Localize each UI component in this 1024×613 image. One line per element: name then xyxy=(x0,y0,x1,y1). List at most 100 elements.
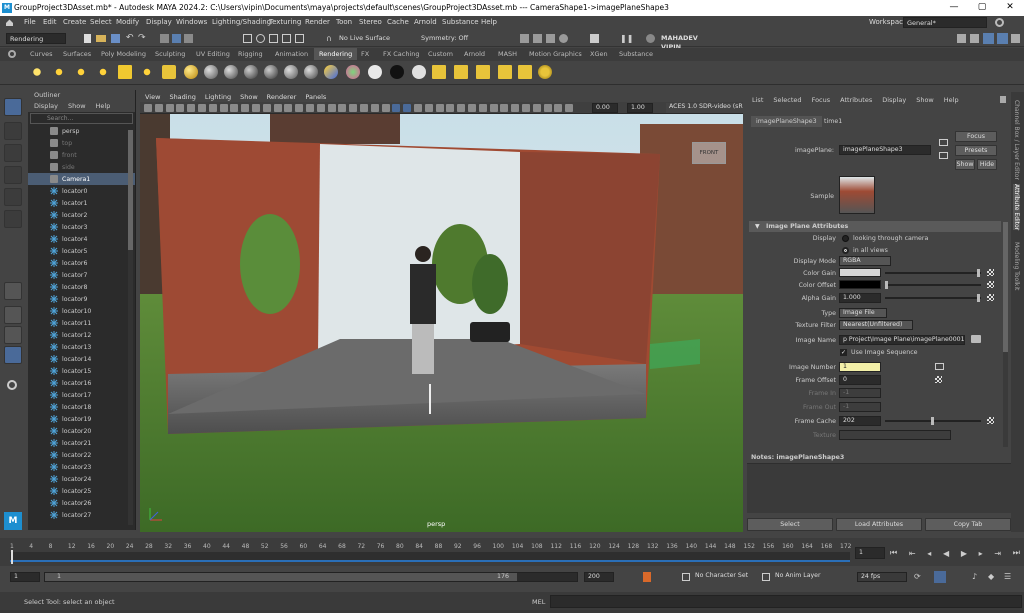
viewport-panel[interactable]: View Shading Lighting Show Renderer Pane… xyxy=(140,92,743,532)
viewport-tool-icon[interactable] xyxy=(392,104,401,112)
outliner-item[interactable]: locator21 xyxy=(28,437,135,449)
render-settings-shelf-icon[interactable] xyxy=(538,65,552,79)
outliner-item[interactable]: front xyxy=(28,149,135,161)
minimize-button[interactable]: — xyxy=(940,0,968,16)
shelf-tab-fx-caching[interactable]: FX Caching xyxy=(383,50,420,58)
hide-button[interactable]: Hide xyxy=(977,159,997,170)
frame-cache-map-icon[interactable] xyxy=(987,417,994,424)
anim-layer-icon[interactable] xyxy=(762,573,770,581)
outliner-item[interactable]: locator17 xyxy=(28,389,135,401)
shelf-tab-curves[interactable]: Curves xyxy=(30,50,53,58)
outliner-item[interactable]: locator2 xyxy=(28,209,135,221)
viewport-tool-icon[interactable] xyxy=(468,104,476,112)
viewport-tool-icon[interactable] xyxy=(165,104,174,112)
select-tool-icon[interactable] xyxy=(4,98,22,116)
ipr-shelf-icon[interactable] xyxy=(454,65,468,79)
ipr-render-icon[interactable] xyxy=(533,34,542,43)
shelf-tab-animation[interactable]: Animation xyxy=(275,50,308,58)
save-scene-icon[interactable] xyxy=(111,34,120,43)
shelf-gear-icon[interactable] xyxy=(8,50,16,58)
section-header-image-plane[interactable]: Image Plane Attributes xyxy=(749,221,1001,232)
viewport-tool-icon[interactable] xyxy=(554,104,563,112)
attr-menu-list[interactable]: List xyxy=(752,96,763,104)
step-back-key-icon[interactable]: ⇤ xyxy=(909,549,916,558)
area-light-icon[interactable] xyxy=(118,65,132,79)
step-forward-icon[interactable]: ▸ xyxy=(979,549,983,558)
prefs-icon[interactable]: ☰ xyxy=(1004,572,1014,582)
viewport-tool-icon[interactable] xyxy=(511,104,520,112)
viewport-tool-icon[interactable] xyxy=(208,104,217,112)
outliner-scrollbar[interactable] xyxy=(128,130,133,525)
frame-cache-field[interactable]: 202 xyxy=(839,416,881,426)
surface-shader-icon[interactable] xyxy=(264,65,278,79)
channel-box-icon[interactable] xyxy=(1011,34,1020,43)
frame-cache-slider[interactable] xyxy=(885,417,981,425)
command-line-input[interactable] xyxy=(550,595,1022,608)
menu-create[interactable]: Create xyxy=(63,18,86,26)
aistandard-icon[interactable] xyxy=(304,65,318,79)
viewport-tool-icon[interactable] xyxy=(381,104,390,112)
pause-icon[interactable]: ❚❚ xyxy=(620,34,633,43)
viewport-tool-icon[interactable] xyxy=(284,104,293,112)
viewport-tool-icon[interactable] xyxy=(360,104,368,112)
shelf-tab-poly-modeling[interactable]: Poly Modeling xyxy=(101,50,146,58)
outliner-item[interactable]: locator10 xyxy=(28,305,135,317)
outliner-item[interactable]: locator25 xyxy=(28,485,135,497)
outliner-item[interactable]: locator8 xyxy=(28,281,135,293)
shelf-tab-mash[interactable]: MASH xyxy=(498,50,517,58)
outliner-item[interactable]: locator19 xyxy=(28,413,135,425)
copy-tab-button[interactable]: Copy Tab xyxy=(925,518,1011,531)
viewport-tool-icon[interactable] xyxy=(500,104,509,112)
shelf-tab-arnold[interactable]: Arnold xyxy=(464,50,485,58)
viewport-tool-icon[interactable] xyxy=(316,104,325,112)
hypershade-icon[interactable] xyxy=(559,34,568,43)
white-sphere-icon[interactable] xyxy=(368,65,382,79)
render-sequence-icon[interactable] xyxy=(498,65,512,79)
shader-sphere-icon[interactable] xyxy=(244,65,258,79)
collapse-arrow-icon[interactable]: ▼ xyxy=(755,223,760,230)
attr-menu-show[interactable]: Show xyxy=(916,96,934,104)
image-number-key-icon[interactable] xyxy=(935,363,944,370)
color-gain-slider[interactable] xyxy=(885,269,981,277)
viewport-tool-icon[interactable] xyxy=(338,104,347,112)
viewport-tool-icon[interactable] xyxy=(306,104,314,112)
viewport-tool-icon[interactable] xyxy=(154,104,163,112)
select-hierarchy-icon[interactable] xyxy=(160,34,169,43)
render-view-icon[interactable] xyxy=(432,65,446,79)
type-dropdown[interactable]: Image File xyxy=(839,308,887,318)
image-name-field[interactable]: p Project\Image Plane\imagePlane0001.jpg xyxy=(839,335,965,345)
menu-select[interactable]: Select xyxy=(90,18,112,26)
time-slider[interactable]: 1 4 8 12 16 20 24 28 32 36 40 44 48 52 56 60 64 68 72 76 80 8… xyxy=(0,538,1024,566)
image-number-field[interactable]: 1 xyxy=(839,362,881,372)
shelf-tab-sculpting[interactable]: Sculpting xyxy=(155,50,185,58)
outliner-item[interactable]: locator24 xyxy=(28,473,135,485)
move-tool-icon[interactable] xyxy=(4,166,22,184)
gamma-field[interactable]: 1.00 xyxy=(627,103,653,113)
attr-scrollbar[interactable] xyxy=(1003,222,1008,447)
open-scene-icon[interactable] xyxy=(96,35,106,42)
imageplane-name-field[interactable]: imagePlaneShape3 xyxy=(839,145,931,155)
color-offset-slider[interactable] xyxy=(885,281,981,289)
play-forward-icon[interactable]: ▶ xyxy=(961,549,967,558)
select-object-icon[interactable] xyxy=(172,34,181,43)
viewport-tool-icon[interactable] xyxy=(478,104,487,112)
viewport-tool-icon[interactable] xyxy=(543,104,552,112)
character-set-icon[interactable] xyxy=(682,573,690,581)
viewport-tool-icon[interactable] xyxy=(198,104,206,112)
outliner-item[interactable]: locator6 xyxy=(28,257,135,269)
color-gain-swatch[interactable] xyxy=(839,268,881,277)
shelf-tab-rigging[interactable]: Rigging xyxy=(238,50,263,58)
menu-display[interactable]: Display xyxy=(146,18,172,26)
tab-imageplaneshape3[interactable]: imagePlaneShape3 xyxy=(751,116,822,127)
maya-home-badge[interactable]: M xyxy=(4,512,22,530)
menu-render[interactable]: Render xyxy=(305,18,330,26)
outliner-item[interactable]: locator27 xyxy=(28,509,135,520)
viewport-tool-icon[interactable] xyxy=(424,104,433,112)
pin-icon[interactable] xyxy=(1000,96,1006,103)
attr-menu-focus[interactable]: Focus xyxy=(812,96,831,104)
persp-outliner-icon[interactable] xyxy=(4,346,22,364)
show-button[interactable]: Show xyxy=(955,159,975,170)
redo-icon[interactable]: ↷ xyxy=(138,34,147,43)
tool-settings-icon[interactable] xyxy=(997,33,1008,44)
single-view-icon[interactable] xyxy=(4,282,22,300)
